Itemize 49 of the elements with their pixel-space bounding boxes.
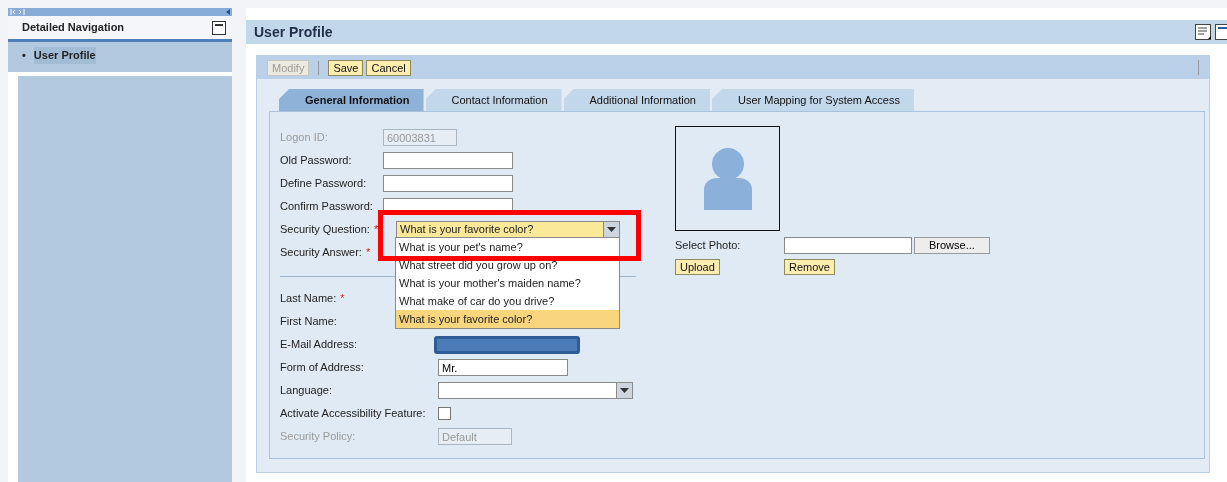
field-label: Language: <box>280 384 332 397</box>
dropdown-field[interactable] <box>438 382 633 399</box>
minimize-icon[interactable] <box>1215 24 1227 40</box>
checkbox[interactable] <box>438 407 451 420</box>
tab[interactable]: User Mapping for System Access <box>711 89 914 111</box>
field-label: Confirm Password: <box>280 200 373 213</box>
field-label: Security Answer: <box>280 246 362 259</box>
field-label: First Name: <box>280 315 337 328</box>
field-label: Old Password: <box>280 154 352 167</box>
dropdown-option[interactable]: What is your pet's name? <box>396 238 619 256</box>
required-mark: * <box>365 246 371 259</box>
field-label: Form of Address: <box>280 361 364 374</box>
nav-item[interactable]: User Profile <box>33 47 96 64</box>
bullet: • <box>22 48 26 63</box>
file-input-field[interactable] <box>784 237 912 254</box>
field-label: Select Photo: <box>675 238 742 254</box>
toolbar-button[interactable]: Save <box>328 59 364 76</box>
field-label: Define Password: <box>280 177 367 190</box>
browse-button[interactable]: Browse... <box>914 237 990 254</box>
field-label: Logon ID: <box>280 131 328 144</box>
dropdown-option[interactable]: What is your favorite color? <box>396 310 619 328</box>
tab[interactable]: Additional Information <box>563 89 710 111</box>
dropdown-option[interactable]: What is your mother's maiden name? <box>396 274 619 292</box>
toolbar-button[interactable]: Cancel <box>366 59 411 76</box>
dropdown-option[interactable]: What street did you grow up on? <box>396 256 619 274</box>
remove-button[interactable]: Remove <box>784 259 835 275</box>
upload-button[interactable]: Upload <box>675 259 720 275</box>
person-silhouette-icon <box>703 147 752 210</box>
input-field[interactable] <box>383 152 513 169</box>
collapse-icon[interactable] <box>226 9 230 15</box>
required-mark: * <box>340 292 345 305</box>
input-field[interactable]: Mr. <box>438 359 568 376</box>
dropdown-option[interactable]: What make of car do you drive? <box>396 292 619 310</box>
arrows-icon[interactable] <box>10 9 26 15</box>
field-label: Activate Accessibility Feature: <box>280 407 426 420</box>
list-icon[interactable] <box>1195 24 1211 40</box>
minimize-icon[interactable] <box>212 20 226 35</box>
tab[interactable]: Contact Information <box>425 89 562 111</box>
page-title: User Profile <box>254 22 333 42</box>
panel-title: Detailed Navigation <box>22 20 125 36</box>
tab[interactable]: General Information <box>279 89 424 111</box>
field-label: Last Name: <box>280 292 337 305</box>
input-field[interactable] <box>383 175 513 192</box>
field-label: E-Mail Address: <box>280 338 358 351</box>
required-mark: * <box>373 223 379 236</box>
field-label: Security Policy: <box>280 430 356 443</box>
field-label: Security Question: <box>280 223 370 236</box>
caret-icon <box>607 227 616 232</box>
caret-icon <box>620 388 629 393</box>
